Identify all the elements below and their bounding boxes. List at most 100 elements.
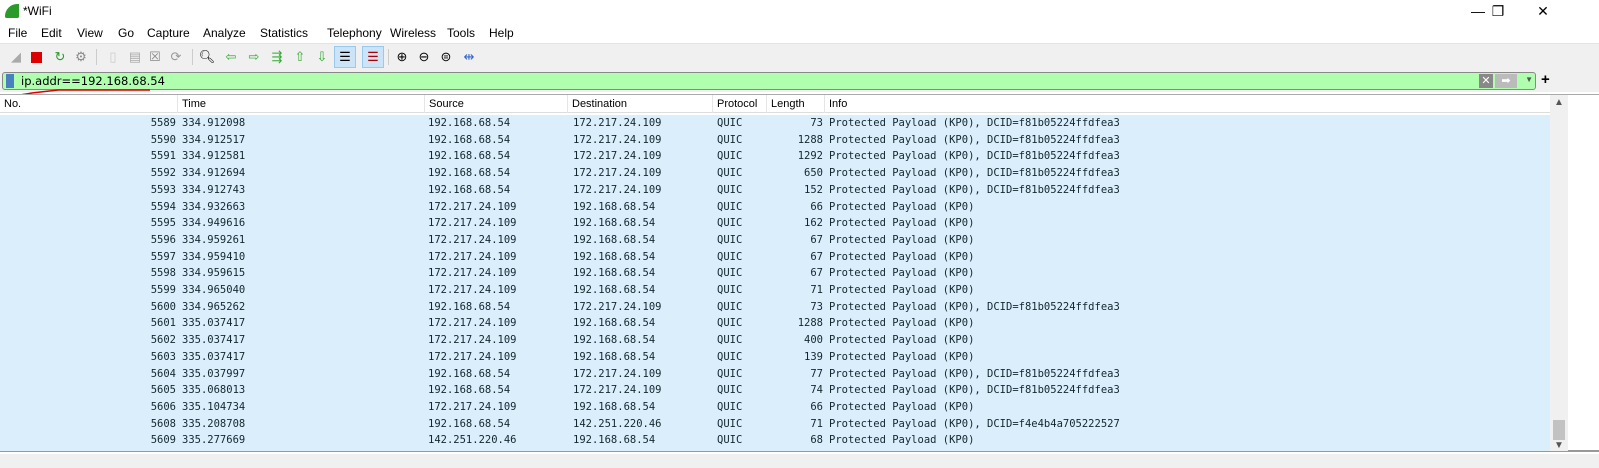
menu-go[interactable]: Go [118,26,134,40]
filter-text[interactable]: ip.addr==192.168.68.54 [21,74,165,88]
maximize-button[interactable]: ❐ [1478,2,1518,22]
menu-telephony[interactable]: Telephony [327,26,382,40]
save-file-icon[interactable]: ▤ [126,48,144,66]
packet-info: Protected Payload (KP0), DCID=f4e4b4a705… [829,417,1120,430]
zoom-in-icon[interactable]: ⊕ [393,48,411,66]
display-filter-input[interactable]: ip.addr==192.168.68.54 ✕ ➡ ▼ [2,72,1536,90]
table-row[interactable]: 5596 334.959261 172.217.24.109 192.168.68.5… [0,232,1550,249]
menu-tools[interactable]: Tools [447,26,475,40]
table-row[interactable]: 5597 334.959410 172.217.24.109 192.168.68.5… [0,249,1550,266]
packet-source: 192.168.68.54 [428,367,511,380]
packet-protocol: QUIC [717,233,743,246]
packet-length: 162 [804,217,823,230]
normal-size-icon[interactable]: ⊜ [437,48,455,66]
packet-time: 335.037417 [182,350,246,363]
scroll-up-icon[interactable]: ▲ [1554,97,1564,108]
packet-length: 66 [810,400,823,413]
go-back-icon[interactable]: ⇦ [222,48,240,66]
restart-capture-icon[interactable]: ↻ [51,48,69,66]
table-row[interactable]: 5606 335.104734 172.217.24.109 192.168.68.5… [0,399,1550,416]
go-forward-icon[interactable]: ⇨ [245,48,263,66]
packet-source: 192.168.68.54 [428,150,511,163]
packet-list: No. Time Source Destination Protocol Len… [0,94,1599,452]
apply-filter-icon[interactable]: ➡ [1495,74,1517,88]
table-row[interactable]: 5608 335.208708 192.168.68.54 142.251.220.4… [0,416,1550,433]
menu-wireless[interactable]: Wireless [390,26,436,40]
reload-file-icon[interactable]: ⟳ [167,48,185,66]
stop-capture-icon[interactable] [27,48,45,66]
add-filter-button[interactable]: + [1541,71,1550,88]
table-row[interactable]: 5592 334.912694 192.168.68.54 172.217.24.10… [0,165,1550,182]
first-packet-icon[interactable]: ⇧ [291,48,309,66]
packet-destination: 192.168.68.54 [573,217,656,230]
packet-info: Protected Payload (KP0), DCID=f81b05224f… [829,117,1120,129]
menu-edit[interactable]: Edit [41,26,62,40]
menu-statistics[interactable]: Statistics [260,26,308,40]
packet-destination: 172.217.24.109 [573,150,662,163]
packet-no: 5600 [150,300,176,313]
autoscroll-icon[interactable]: ☰ [334,46,356,68]
close-button[interactable]: ✕ [1523,2,1563,22]
close-file-icon[interactable]: ☒ [146,48,164,66]
packet-source: 172.217.24.109 [428,267,517,280]
table-row[interactable]: 5604 335.037997 192.168.68.54 172.217.24.10… [0,366,1550,383]
last-packet-icon[interactable]: ⇩ [313,48,331,66]
menu-help[interactable]: Help [489,26,514,40]
table-row[interactable]: 5593 334.912743 192.168.68.54 172.217.24.10… [0,182,1550,199]
start-capture-icon[interactable]: ◢ [7,48,25,66]
zoom-out-icon[interactable]: ⊖ [415,48,433,66]
packet-source: 142.251.220.46 [428,434,517,447]
column-time[interactable]: Time [178,95,425,113]
resize-columns-icon[interactable]: ⇹ [460,48,478,66]
packet-source: 172.217.24.109 [428,284,517,296]
column-info[interactable]: Info [825,95,1550,113]
packet-no: 5590 [150,133,176,146]
table-row[interactable]: 5605 335.068013 192.168.68.54 172.217.24.10… [0,382,1550,399]
menu-file[interactable]: File [8,26,27,40]
table-row[interactable]: 5609 335.277669 142.251.220.46 192.168.68.5… [0,432,1550,449]
packet-time: 334.959615 [182,267,246,280]
table-row[interactable]: 5590 334.912517 192.168.68.54 172.217.24.10… [0,132,1550,149]
find-packet-icon[interactable]: 🔍︎ [198,48,216,66]
packet-info: Protected Payload (KP0) [829,267,975,280]
bookmark-icon[interactable] [6,74,14,88]
packet-length: 73 [810,300,823,313]
clear-filter-icon[interactable]: ✕ [1479,74,1493,88]
column-length[interactable]: Length [767,95,825,113]
table-row[interactable]: 5594 334.932663 172.217.24.109 192.168.68.5… [0,199,1550,216]
column-source[interactable]: Source [425,95,568,113]
colorize-icon[interactable]: ☰ [362,46,384,68]
table-row[interactable]: 5591 334.912581 192.168.68.54 172.217.24.10… [0,148,1550,165]
menu-view[interactable]: View [77,26,103,40]
open-file-icon[interactable]: ▯ [104,48,122,66]
table-row[interactable]: 5600 334.965262 192.168.68.54 172.217.24.10… [0,299,1550,316]
column-no[interactable]: No. [0,95,178,113]
packet-protocol: QUIC [717,367,743,380]
vertical-scrollbar[interactable]: ▲ ▼ [1550,95,1568,451]
packet-source: 172.217.24.109 [428,233,517,246]
column-protocol[interactable]: Protocol [713,95,767,113]
packet-protocol: QUIC [717,350,743,363]
table-row[interactable]: 5595 334.949616 172.217.24.109 192.168.68.5… [0,215,1550,232]
packet-length: 67 [810,267,823,280]
table-row[interactable]: 5598 334.959615 172.217.24.109 192.168.68.5… [0,265,1550,282]
packet-length: 400 [804,334,823,347]
filter-history-dropdown-icon[interactable]: ▼ [1525,75,1533,84]
packet-time: 334.959261 [182,233,246,246]
menu-analyze[interactable]: Analyze [203,26,246,40]
column-destination[interactable]: Destination [568,95,713,113]
table-row[interactable]: 5599 334.965040 172.217.24.109 192.168.68.5… [0,282,1550,299]
table-row[interactable]: 5603 335.037417 172.217.24.109 192.168.68.5… [0,349,1550,366]
packet-destination: 192.168.68.54 [573,350,656,363]
packet-info: Protected Payload (KP0) [829,350,975,363]
packet-time: 335.037417 [182,334,246,347]
table-row[interactable]: 5602 335.037417 172.217.24.109 192.168.68.5… [0,332,1550,349]
table-row[interactable]: 5601 335.037417 172.217.24.109 192.168.68.5… [0,315,1550,332]
capture-options-icon[interactable]: ⚙ [72,48,90,66]
go-to-packet-icon[interactable]: ⇶ [268,48,286,66]
table-row[interactable]: 5589 334.912098 192.168.68.54 172.217.24.10… [0,115,1550,132]
scroll-down-icon[interactable]: ▼ [1554,440,1564,451]
packet-length: 152 [804,183,823,196]
scrollbar-thumb[interactable] [1553,420,1565,440]
menu-capture[interactable]: Capture [147,26,190,40]
